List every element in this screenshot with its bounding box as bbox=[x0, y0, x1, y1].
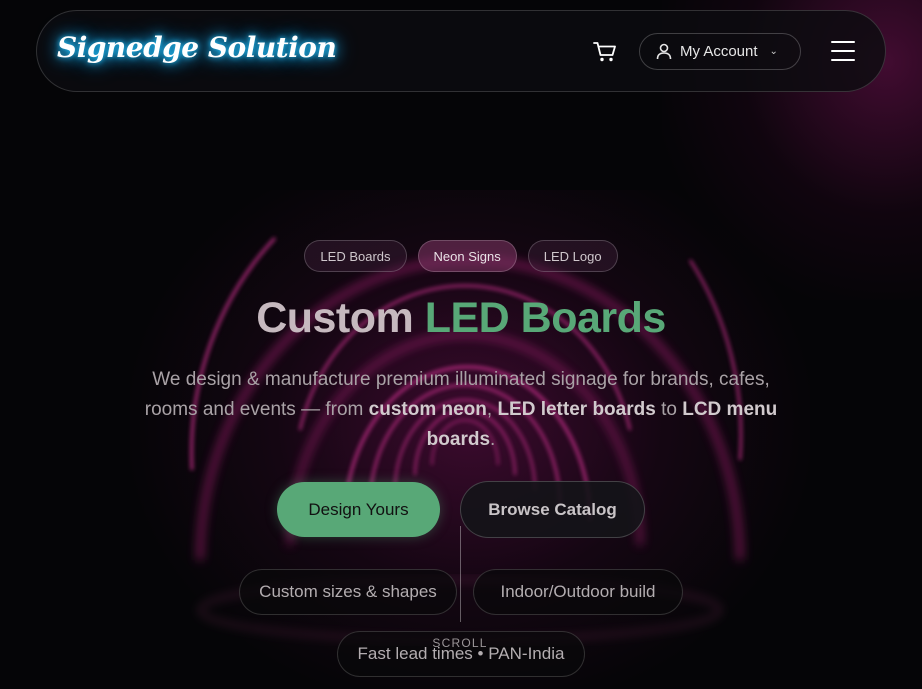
subtitle-led-letter-boards: LED letter boards bbox=[497, 399, 656, 420]
my-account-button[interactable]: My Account ⌄ bbox=[639, 33, 801, 70]
category-tags: LED Boards Neon Signs LED Logo bbox=[0, 240, 922, 272]
subtitle-custom-neon: custom neon bbox=[368, 399, 487, 420]
feature-pill-custom-sizes: Custom sizes & shapes bbox=[239, 569, 457, 615]
site-logo[interactable]: Signedge Solution bbox=[57, 31, 337, 64]
subtitle-period: . bbox=[490, 429, 496, 450]
headline-prefix: Custom bbox=[256, 294, 414, 342]
chevron-down-icon: ⌄ bbox=[769, 46, 778, 57]
hero-subtitle: We design & manufacture premium illumina… bbox=[126, 365, 796, 455]
neon-tunnel-graphic bbox=[190, 236, 743, 641]
user-icon bbox=[656, 43, 672, 60]
feature-pill-indoor-outdoor: Indoor/Outdoor build bbox=[473, 569, 683, 615]
site-header: Signedge Solution My Account ⌄ bbox=[36, 10, 886, 92]
subtitle-separator: , bbox=[486, 399, 498, 420]
hero-background bbox=[0, 0, 922, 689]
tag-neon-signs[interactable]: Neon Signs bbox=[417, 240, 517, 272]
hero-headline: Custom LED Boards bbox=[0, 294, 922, 343]
headline-highlight: LED Boards bbox=[424, 294, 667, 342]
scroll-label[interactable]: SCROLL bbox=[0, 636, 920, 650]
browse-catalog-button[interactable]: Browse Catalog bbox=[460, 481, 645, 538]
account-label: My Account bbox=[680, 43, 758, 60]
design-yours-button[interactable]: Design Yours bbox=[277, 482, 440, 537]
cart-icon[interactable] bbox=[593, 41, 617, 63]
tag-led-logo[interactable]: LED Logo bbox=[527, 240, 618, 272]
tag-led-boards[interactable]: LED Boards bbox=[304, 240, 407, 272]
scroll-indicator-line bbox=[460, 526, 461, 622]
subtitle-to: to bbox=[655, 399, 683, 420]
hamburger-icon[interactable] bbox=[831, 41, 855, 61]
